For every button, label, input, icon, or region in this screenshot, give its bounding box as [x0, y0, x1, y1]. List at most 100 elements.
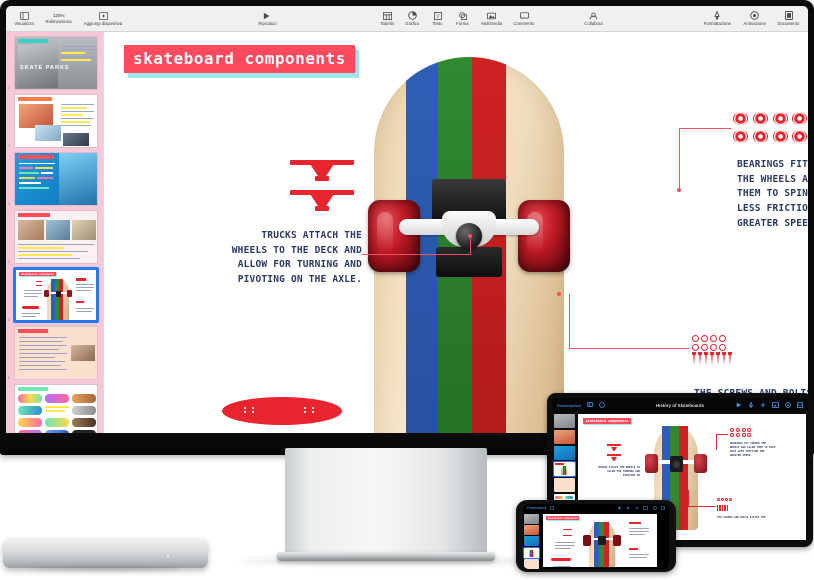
leader-line-bearings	[679, 128, 731, 129]
text-button[interactable]: T Testo	[431, 11, 445, 26]
thumbnail-slide-4[interactable]	[14, 210, 98, 264]
leader-line-screws	[569, 348, 689, 349]
slide-number: 4	[8, 260, 10, 264]
slide-canvas[interactable]: skateboard components TRUCKS ATTACH THE …	[104, 32, 808, 433]
display-shadow	[240, 558, 540, 564]
thumbnail-slide-6[interactable]	[14, 326, 98, 380]
collaborate-button[interactable]: Collabora	[584, 11, 603, 26]
shape-button[interactable]: Forma	[456, 11, 470, 26]
shape-label: Forma	[456, 21, 469, 26]
iphone-slide-art: skateboard components	[543, 514, 657, 567]
play-icon[interactable]	[618, 506, 622, 511]
leader-line-trucks	[362, 254, 470, 255]
iphone-thumbnail[interactable]	[524, 513, 539, 524]
chart-icon	[408, 11, 417, 20]
thumbnail-7-wrap: 7	[14, 384, 98, 433]
ipad-thumbnail[interactable]	[554, 430, 575, 444]
animate-button[interactable]: Animazione	[743, 11, 766, 26]
iphone-slide-canvas[interactable]: skateboard components	[543, 514, 657, 567]
zoom-control[interactable]: 125% Ridimensiona	[45, 13, 72, 24]
play-icon[interactable]	[736, 402, 742, 409]
thumbnail-slide-2[interactable]	[14, 94, 98, 148]
bolts-icon	[692, 352, 744, 368]
ipad-thumbnail[interactable]	[554, 446, 575, 460]
leader-line-screws-v	[569, 294, 570, 349]
trucks-caption: TRUCKS ATTACH THE WHEELS TO THE DECK AND…	[231, 230, 362, 286]
keynote-toolbar: Visualizza 125% Ridimensiona Aggiungi di…	[6, 6, 808, 32]
media-icon	[487, 11, 497, 20]
iphone-slide-navigator[interactable]	[523, 513, 542, 569]
ipad-thumbnail[interactable]	[554, 414, 575, 428]
text-icon: T	[433, 11, 442, 20]
collaborate-icon	[589, 11, 598, 20]
add-slide-button[interactable]: Aggiungi diapositiva	[83, 11, 123, 26]
view-button[interactable]: Visualizza	[14, 11, 34, 26]
thumbnail-slide-5[interactable]: skateboard components	[14, 268, 98, 322]
chart-button[interactable]: Grafico	[405, 11, 419, 26]
document-icon	[784, 11, 793, 20]
document-button[interactable]: Documento	[777, 11, 800, 26]
media-button[interactable]: Multimedia	[481, 11, 503, 26]
play-button[interactable]: Riproduci	[258, 11, 277, 26]
document-label: Documento	[777, 21, 800, 26]
ipad-thumbnail[interactable]	[554, 478, 575, 492]
table-button[interactable]: Tabella	[380, 11, 394, 26]
insert-icon[interactable]	[760, 402, 766, 409]
display-stand-neck	[285, 448, 487, 556]
thumbnail-3-wrap: 3	[8, 152, 98, 206]
format-brush-icon[interactable]	[748, 401, 754, 409]
wheel-right	[518, 200, 570, 272]
media-icon[interactable]	[643, 505, 648, 511]
iphone: Presentazioni skateboard components	[516, 500, 676, 572]
deck-icon	[222, 397, 342, 425]
keynote-body: 1 SKATE PARKS 2 3 4 5 skateboard compone…	[6, 32, 808, 433]
add-slide-icon	[98, 11, 108, 20]
more-icon[interactable]	[797, 401, 803, 409]
add-slide-label: Aggiungi diapositiva	[84, 21, 123, 26]
comment-button[interactable]: Commento	[513, 11, 535, 26]
leader-dot-screws	[557, 292, 561, 296]
mac-mini	[3, 538, 208, 568]
slide-title: skateboard components	[124, 45, 355, 73]
slide-number: 2	[8, 144, 10, 148]
toolbar-left-group: Visualizza 125% Ridimensiona Aggiungi di…	[14, 11, 123, 26]
thumbnail-slide-1[interactable]: SKATE PARKS	[14, 36, 98, 90]
sidebar-icon[interactable]	[550, 505, 555, 511]
table-icon	[382, 11, 392, 20]
format-button[interactable]: Formattazione	[703, 11, 732, 26]
iphone-toolbar-right	[618, 505, 666, 511]
table-label: Tabella	[380, 21, 394, 26]
insert-icon[interactable]	[635, 506, 639, 511]
zoom-value: 125%	[52, 13, 65, 18]
mac-mini-shadow	[30, 567, 180, 571]
ipad-thumbnail-selected[interactable]	[553, 461, 576, 477]
iphone-thumbnail[interactable]	[524, 559, 539, 569]
iphone-thumbnail-selected[interactable]	[523, 546, 540, 559]
display-screen: Visualizza 125% Ridimensiona Aggiungi di…	[6, 6, 808, 433]
iphone-back-label[interactable]: Presentazioni	[527, 506, 546, 510]
more-icon[interactable]	[661, 505, 665, 511]
thumbnail-2-wrap: 2	[8, 94, 98, 148]
animate-icon[interactable]	[652, 505, 657, 511]
thumbnail-slide-3[interactable]	[14, 152, 98, 206]
thumbnail-5-wrap: 5 skateboard components	[8, 268, 98, 322]
text-label: Testo	[432, 21, 443, 26]
view-label: Visualizza	[14, 21, 34, 26]
trucks-icon	[290, 158, 354, 216]
leader-line-trucks-v	[470, 236, 471, 255]
slide-number: 6	[8, 376, 10, 380]
leader-line-bearings-v	[679, 128, 680, 190]
animate-icon	[750, 11, 759, 20]
format-brush-icon[interactable]	[626, 505, 630, 511]
slide-navigator[interactable]: 1 SKATE PARKS 2 3 4 5 skateboard compone…	[6, 32, 104, 433]
thumbnail-slide-7[interactable]	[14, 384, 98, 433]
leader-dot-bearings	[677, 188, 681, 192]
iphone-thumbnail[interactable]	[524, 536, 539, 547]
media-icon[interactable]	[772, 401, 779, 409]
ipad-toolbar-right	[736, 401, 803, 409]
slide-number: 1	[8, 86, 10, 90]
iphone-thumbnail[interactable]	[524, 524, 539, 535]
bearings-caption: BEARINGS FIT INSIDE THE WHEELS AND ALLOW…	[737, 159, 808, 229]
animate-icon[interactable]	[785, 401, 791, 409]
scene: Visualizza 125% Ridimensiona Aggiungi di…	[0, 0, 814, 580]
